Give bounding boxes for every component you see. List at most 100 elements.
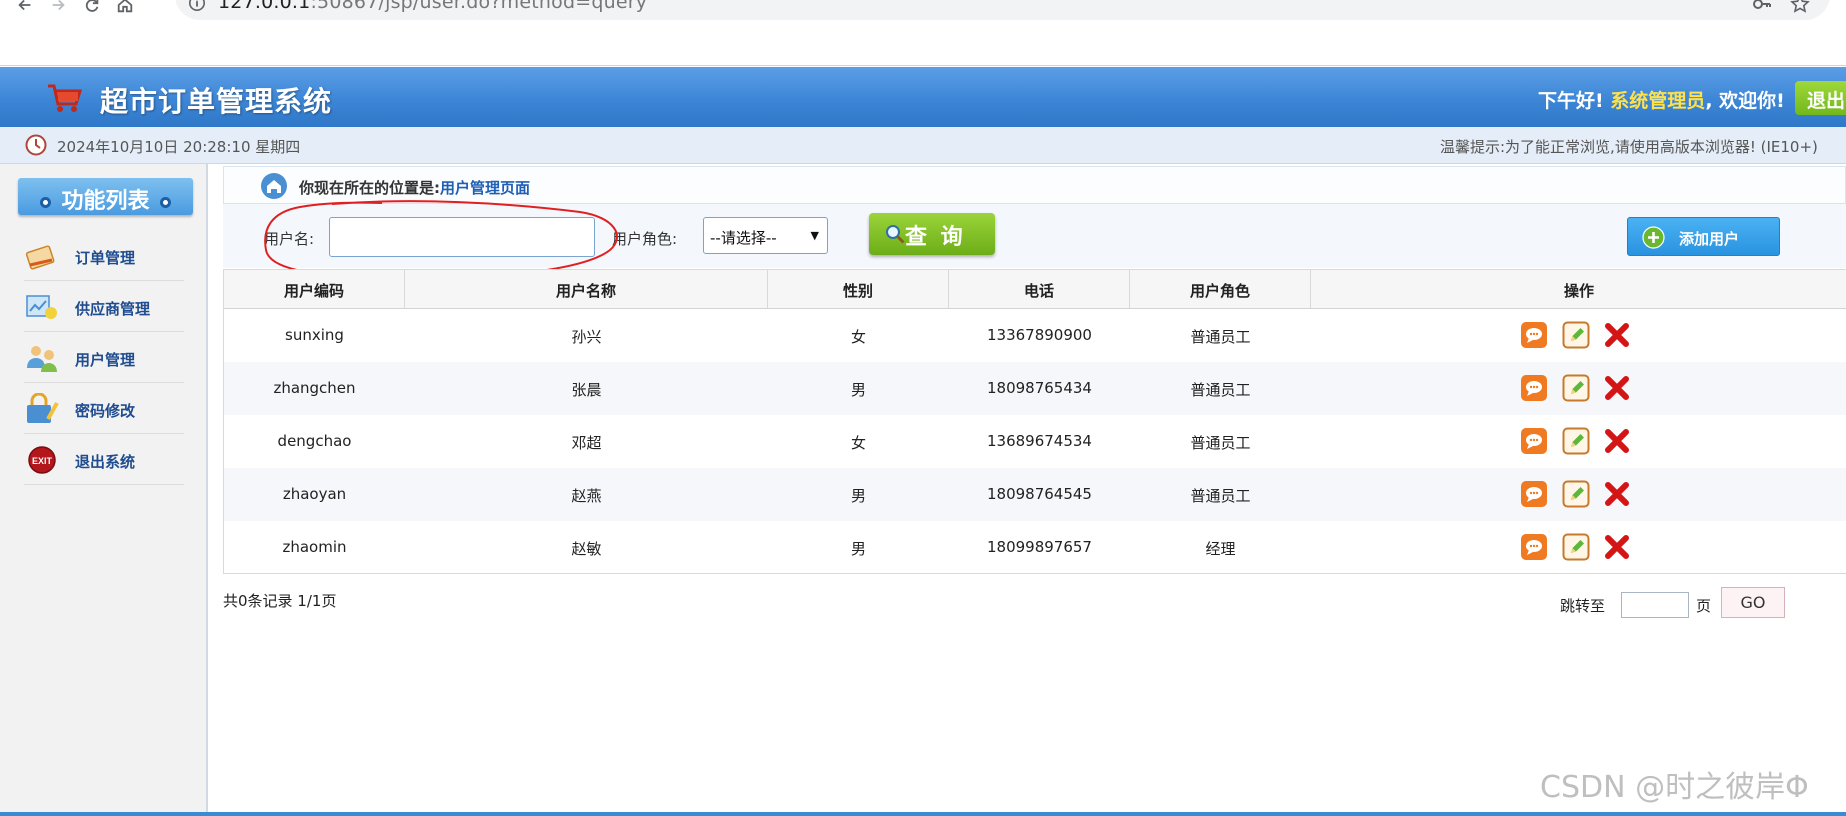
cell-user-role: 普通员工 [1190, 328, 1251, 346]
breadcrumb-prefix: 你现在所在的位置是: [299, 179, 440, 197]
row-actions [1520, 533, 1650, 563]
cell-user-role: 普通员工 [1190, 487, 1251, 505]
view-icon[interactable] [1520, 533, 1548, 561]
query-button[interactable]: 查 询 [869, 213, 995, 255]
logout-button[interactable]: 退出 [1795, 81, 1846, 115]
role-select[interactable]: --请选择-- ▼ [703, 217, 828, 254]
cell-user-role: 普通员工 [1190, 434, 1251, 452]
page-unit-label: 页 [1696, 597, 1712, 615]
cell-user-name: 赵敏 [571, 540, 602, 558]
breadcrumb-current: 用户管理页面 [440, 179, 531, 197]
url-path: :50867/jsp/user.do?method=query [310, 0, 648, 13]
cell-phone: 13689674534 [987, 432, 1092, 450]
greeting-suffix: , 欢迎你! [1705, 90, 1785, 112]
delete-icon[interactable] [1603, 321, 1631, 349]
system-title: 超市订单管理系统 [100, 85, 333, 118]
sidebar-item-suppliers[interactable]: 供应商管理 [24, 281, 184, 332]
home-icon[interactable] [114, 0, 136, 16]
sidebar-item-users[interactable]: 用户管理 [24, 332, 184, 383]
bookmark-star-icon[interactable] [1790, 0, 1810, 14]
user-role: 系统管理员 [1610, 90, 1706, 112]
edit-icon[interactable] [1562, 427, 1590, 455]
back-arrow-icon[interactable] [14, 0, 36, 16]
edit-icon[interactable] [1562, 374, 1590, 402]
magnifier-icon [886, 225, 905, 244]
table-row: zhangchen 张晨 男 18098765434 普通员工 [224, 362, 1846, 415]
users-icon [27, 346, 57, 372]
browser-toolbar: 127.0.0.1:50867/jsp/user.do?method=query [0, 0, 1846, 66]
site-info-icon[interactable] [188, 0, 206, 12]
sidebar-item-password[interactable]: 密码修改 [24, 383, 184, 434]
edit-icon[interactable] [1562, 480, 1590, 508]
cell-user-name: 邓超 [571, 434, 602, 452]
sidebar-item-label: 退出系统 [75, 453, 136, 471]
col-gender: 性别 [768, 270, 949, 308]
row-actions [1520, 321, 1650, 351]
reload-icon[interactable] [81, 0, 103, 16]
password-icon [27, 393, 59, 423]
row-actions [1520, 427, 1650, 457]
sidebar: 功能列表 订单管理 供应商管理 用户管理 密码修改 EXIT 退出系统 [0, 164, 208, 816]
view-icon[interactable] [1520, 374, 1548, 402]
sidebar-item-label: 用户管理 [75, 351, 136, 369]
query-button-label: 查 询 [905, 225, 966, 250]
cell-user-code: dengchao [277, 432, 352, 450]
sidebar-item-label: 供应商管理 [75, 300, 151, 318]
edit-icon[interactable] [1562, 533, 1590, 561]
user-table: 用户编码 用户名称 性别 电话 用户角色 操作 sunxing 孙兴女 133678… [223, 269, 1846, 574]
add-user-button[interactable]: 添加用户 [1627, 217, 1780, 256]
svg-text:EXIT: EXIT [32, 456, 53, 466]
view-icon[interactable] [1520, 321, 1548, 349]
sidebar-title: 功能列表 [18, 178, 193, 215]
plus-circle-icon [1642, 226, 1665, 249]
jump-label: 跳转至 [1560, 597, 1606, 615]
url-host: 127.0.0.1 [218, 0, 311, 13]
sidebar-item-exit[interactable]: EXIT 退出系统 [24, 434, 184, 485]
sidebar-item-orders[interactable]: 订单管理 [24, 230, 184, 281]
edit-icon[interactable] [1562, 321, 1590, 349]
delete-icon[interactable] [1603, 533, 1631, 561]
forward-arrow-icon[interactable] [47, 0, 69, 16]
table-row: sunxing 孙兴 女 13367890900 普通员工 [224, 309, 1846, 362]
delete-icon[interactable] [1603, 480, 1631, 508]
col-user-role: 用户角色 [1130, 270, 1311, 308]
view-icon[interactable] [1520, 427, 1548, 455]
cell-phone: 13367890900 [987, 326, 1092, 344]
current-datetime: 2024年10月10日 20:28:10 星期四 [57, 138, 301, 156]
cell-gender: 女 [850, 434, 866, 452]
sidebar-title-text: 功能列表 [61, 189, 150, 214]
cell-phone: 18098765434 [987, 379, 1092, 397]
url-text[interactable]: 127.0.0.1:50867/jsp/user.do?method=query [218, 0, 647, 13]
clock-icon [25, 134, 47, 156]
greeting-prefix: 下午好! [1538, 90, 1604, 112]
order-icon [25, 245, 55, 270]
view-icon[interactable] [1520, 480, 1548, 508]
bullet-icon [40, 196, 52, 208]
breadcrumb-text: 你现在所在的位置是:用户管理页面 [299, 177, 530, 198]
cell-user-code: zhaoyan [282, 485, 347, 503]
cell-user-role: 普通员工 [1190, 381, 1251, 399]
table-row: zhaomin 赵敏 男 18099897657 经理 [224, 521, 1846, 574]
shopping-cart-icon [48, 84, 82, 112]
watermark: CSDN @时之彼岸Φ [1540, 770, 1809, 805]
delete-icon[interactable] [1603, 427, 1631, 455]
key-icon[interactable] [1752, 0, 1772, 14]
browser-tip: 温馨提示:为了能正常浏览,请使用高版本浏览器! (IE10+) [1440, 138, 1818, 156]
cell-gender: 男 [850, 540, 866, 558]
col-phone: 电话 [949, 270, 1130, 308]
cell-gender: 男 [850, 487, 866, 505]
col-user-name: 用户名称 [405, 270, 768, 308]
jump-page-input[interactable] [1621, 592, 1689, 618]
info-bar: 2024年10月10日 20:28:10 星期四 温馨提示:为了能正常浏览,请使… [0, 127, 1846, 164]
exit-icon: EXIT [28, 446, 56, 474]
go-button[interactable]: GO [1721, 587, 1785, 618]
table-header: 用户编码 用户名称 性别 电话 用户角色 操作 [224, 270, 1846, 309]
cell-user-role: 经理 [1205, 540, 1236, 558]
cell-user-code: zhangchen [273, 379, 356, 397]
username-input[interactable] [329, 217, 595, 257]
bottom-border [0, 812, 1846, 816]
cell-user-name: 张晨 [571, 381, 602, 399]
table-row: dengchao 邓超 女 13689674534 普通员工 [224, 415, 1846, 468]
cell-user-code: sunxing [285, 326, 344, 344]
delete-icon[interactable] [1603, 374, 1631, 402]
